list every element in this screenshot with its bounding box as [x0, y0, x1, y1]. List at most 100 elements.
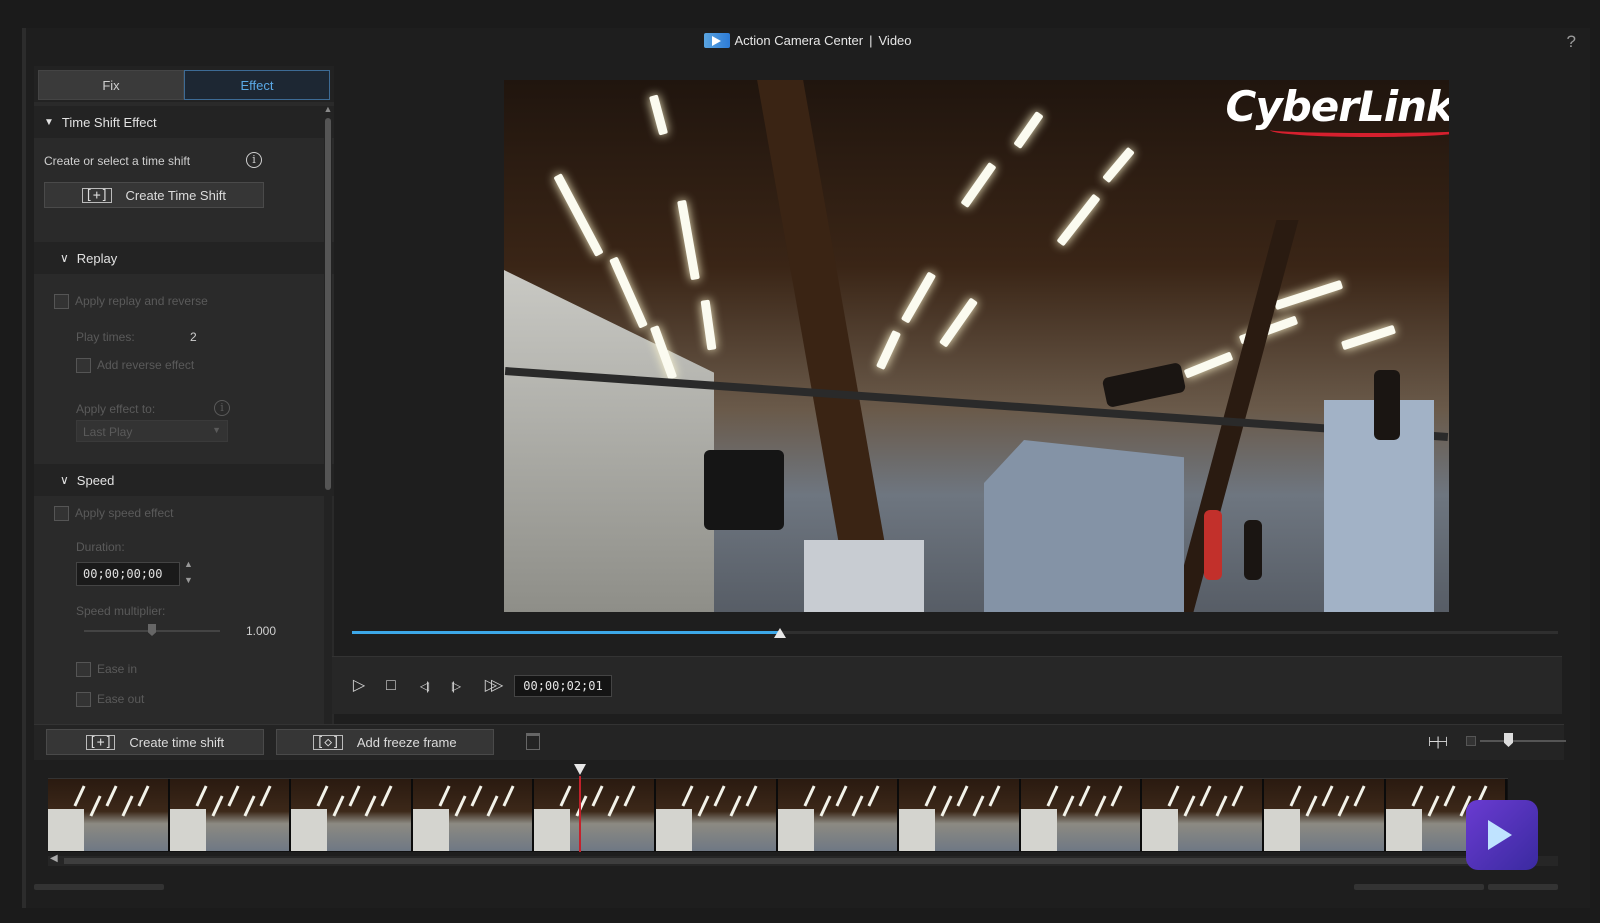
frame-light: [73, 785, 86, 807]
speed-header-label: Speed: [76, 472, 115, 488]
add-reverse-checkbox[interactable]: [76, 358, 91, 374]
frame-wall: [48, 809, 84, 851]
create-time-shift-timeline-button[interactable]: [+] Create time shift: [46, 729, 264, 755]
frame-wall: [1263, 809, 1300, 851]
apply-speed-checkbox[interactable]: [54, 506, 69, 522]
playhead-marker[interactable]: [574, 764, 586, 775]
create-time-shift-button[interactable]: [+] Create Time Shift: [44, 182, 264, 208]
timeline-frame-thumbnail[interactable]: [899, 779, 1021, 851]
frame-light: [211, 795, 224, 817]
add-reverse-label: Add reverse effect: [97, 358, 195, 372]
frame-light: [607, 795, 620, 817]
chevron-down-icon: ∨: [60, 473, 69, 487]
speed-slider-knob[interactable]: [148, 624, 156, 636]
duration-input[interactable]: 00;00;00;00: [76, 562, 180, 586]
zoom-out-icon[interactable]: [1466, 736, 1476, 746]
fit-timeline-icon[interactable]: ⊢|⊣: [1428, 734, 1448, 750]
timeline-frame-thumbnail[interactable]: [169, 779, 292, 851]
frame-light: [819, 795, 832, 817]
tab-fix[interactable]: Fix: [38, 70, 184, 100]
ease-in-checkbox[interactable]: [76, 662, 91, 678]
freeze-frame-icon: [◇]: [313, 734, 343, 750]
apply-replay-checkbox-row[interactable]: Apply replay and reverse: [54, 294, 208, 310]
ease-out-checkbox[interactable]: [76, 692, 91, 708]
timeline-frame-thumbnail[interactable]: [412, 779, 535, 851]
info-icon[interactable]: i: [246, 152, 262, 168]
frame-light: [137, 785, 150, 807]
frame-light: [502, 785, 515, 807]
previous-frame-icon[interactable]: ◁|: [412, 675, 434, 697]
play-times-value[interactable]: 2: [190, 330, 197, 344]
timeline-scrollbar[interactable]: ◀: [48, 853, 1558, 866]
apply-speed-checkbox-row[interactable]: Apply speed effect: [54, 506, 174, 522]
time-shift-prompt: Create or select a time shift: [44, 154, 191, 168]
trash-icon[interactable]: [526, 733, 540, 750]
tab-effect[interactable]: Effect: [184, 70, 330, 100]
frame-light: [803, 785, 816, 807]
frame-light: [1183, 795, 1196, 817]
video-preview[interactable]: CyberLink: [504, 80, 1449, 612]
timeline-filmstrip[interactable]: [48, 778, 1508, 852]
timeline-frame-thumbnail[interactable]: [48, 779, 170, 851]
frame-light: [681, 785, 694, 807]
help-button[interactable]: ?: [1567, 32, 1576, 52]
next-frame-icon[interactable]: |▷: [444, 675, 466, 697]
frame-light: [227, 785, 240, 807]
decrement-arrow-icon[interactable]: ▼: [184, 575, 193, 585]
timeline-frame-thumbnail[interactable]: [534, 779, 656, 851]
time-shift-section-header[interactable]: ▼ Time Shift Effect: [34, 106, 334, 138]
frame-wall: [1385, 809, 1422, 851]
replay-section-header[interactable]: ∨ Replay: [34, 242, 334, 274]
info-icon[interactable]: i: [214, 400, 230, 416]
add-freeze-frame-button[interactable]: [◇] Add freeze frame: [276, 729, 494, 755]
panel-scrollbar[interactable]: ▲ ▼: [323, 104, 333, 746]
zoom-knob[interactable]: [1504, 733, 1513, 747]
timeline-frame-thumbnail[interactable]: [655, 779, 778, 851]
timecode-display: 00;00;02;01: [514, 675, 612, 697]
cyberlink-watermark: CyberLink: [1226, 82, 1449, 137]
timeline-zoom-slider[interactable]: [1466, 733, 1566, 749]
timeline-frame-thumbnail[interactable]: [1142, 779, 1264, 851]
frame-light: [956, 785, 969, 807]
add-reverse-checkbox-row[interactable]: Add reverse effect: [76, 358, 195, 374]
time-shift-header-label: Time Shift Effect: [61, 114, 157, 130]
apply-replay-checkbox[interactable]: [54, 294, 69, 310]
timeline-frame-thumbnail[interactable]: [1263, 779, 1386, 851]
frame-light: [1094, 795, 1107, 817]
panel-scroll-thumb[interactable]: [325, 118, 331, 490]
zoom-track[interactable]: [1480, 740, 1566, 742]
seek-knob[interactable]: [774, 628, 787, 638]
ease-out-checkbox-row[interactable]: Ease out: [76, 692, 145, 708]
scroll-left-icon[interactable]: ◀: [50, 853, 58, 864]
ease-in-checkbox-row[interactable]: Ease in: [76, 662, 137, 678]
tab-bar: Fix Effect: [34, 66, 334, 102]
frame-light: [1353, 785, 1366, 807]
frame-light: [348, 785, 361, 807]
ease-out-label: Ease out: [97, 692, 145, 706]
timeline-frame-thumbnail[interactable]: [777, 779, 900, 851]
frame-light: [105, 785, 118, 807]
timeline-scroll-thumb[interactable]: [64, 858, 1474, 864]
timeline-frame-thumbnail[interactable]: [291, 779, 413, 851]
scroll-up-icon[interactable]: ▲: [323, 104, 333, 114]
frame-light: [1046, 785, 1059, 807]
fast-forward-icon[interactable]: ▷▷: [476, 675, 506, 697]
timeline-frame-thumbnail[interactable]: [1020, 779, 1143, 851]
play-icon[interactable]: ▷: [348, 675, 370, 697]
preview-seekbar[interactable]: [352, 628, 1558, 656]
frame-light: [835, 785, 848, 807]
status-strip: [1354, 884, 1484, 890]
duration-label: Duration:: [76, 540, 125, 554]
frame-light: [713, 785, 726, 807]
stop-icon[interactable]: □: [380, 675, 402, 697]
speed-section-header[interactable]: ∨ Speed: [34, 464, 334, 496]
apply-effect-to-value: Last Play: [83, 425, 133, 439]
apply-effect-to-dropdown[interactable]: Last Play ▼: [76, 420, 228, 442]
playhead-line: [579, 776, 581, 852]
frame-wall: [1020, 809, 1057, 851]
frame-light: [380, 785, 393, 807]
increment-arrow-icon[interactable]: ▲: [184, 559, 193, 569]
frame-light: [745, 785, 758, 807]
frame-light: [559, 785, 572, 807]
replay-header-label: Replay: [76, 250, 118, 266]
